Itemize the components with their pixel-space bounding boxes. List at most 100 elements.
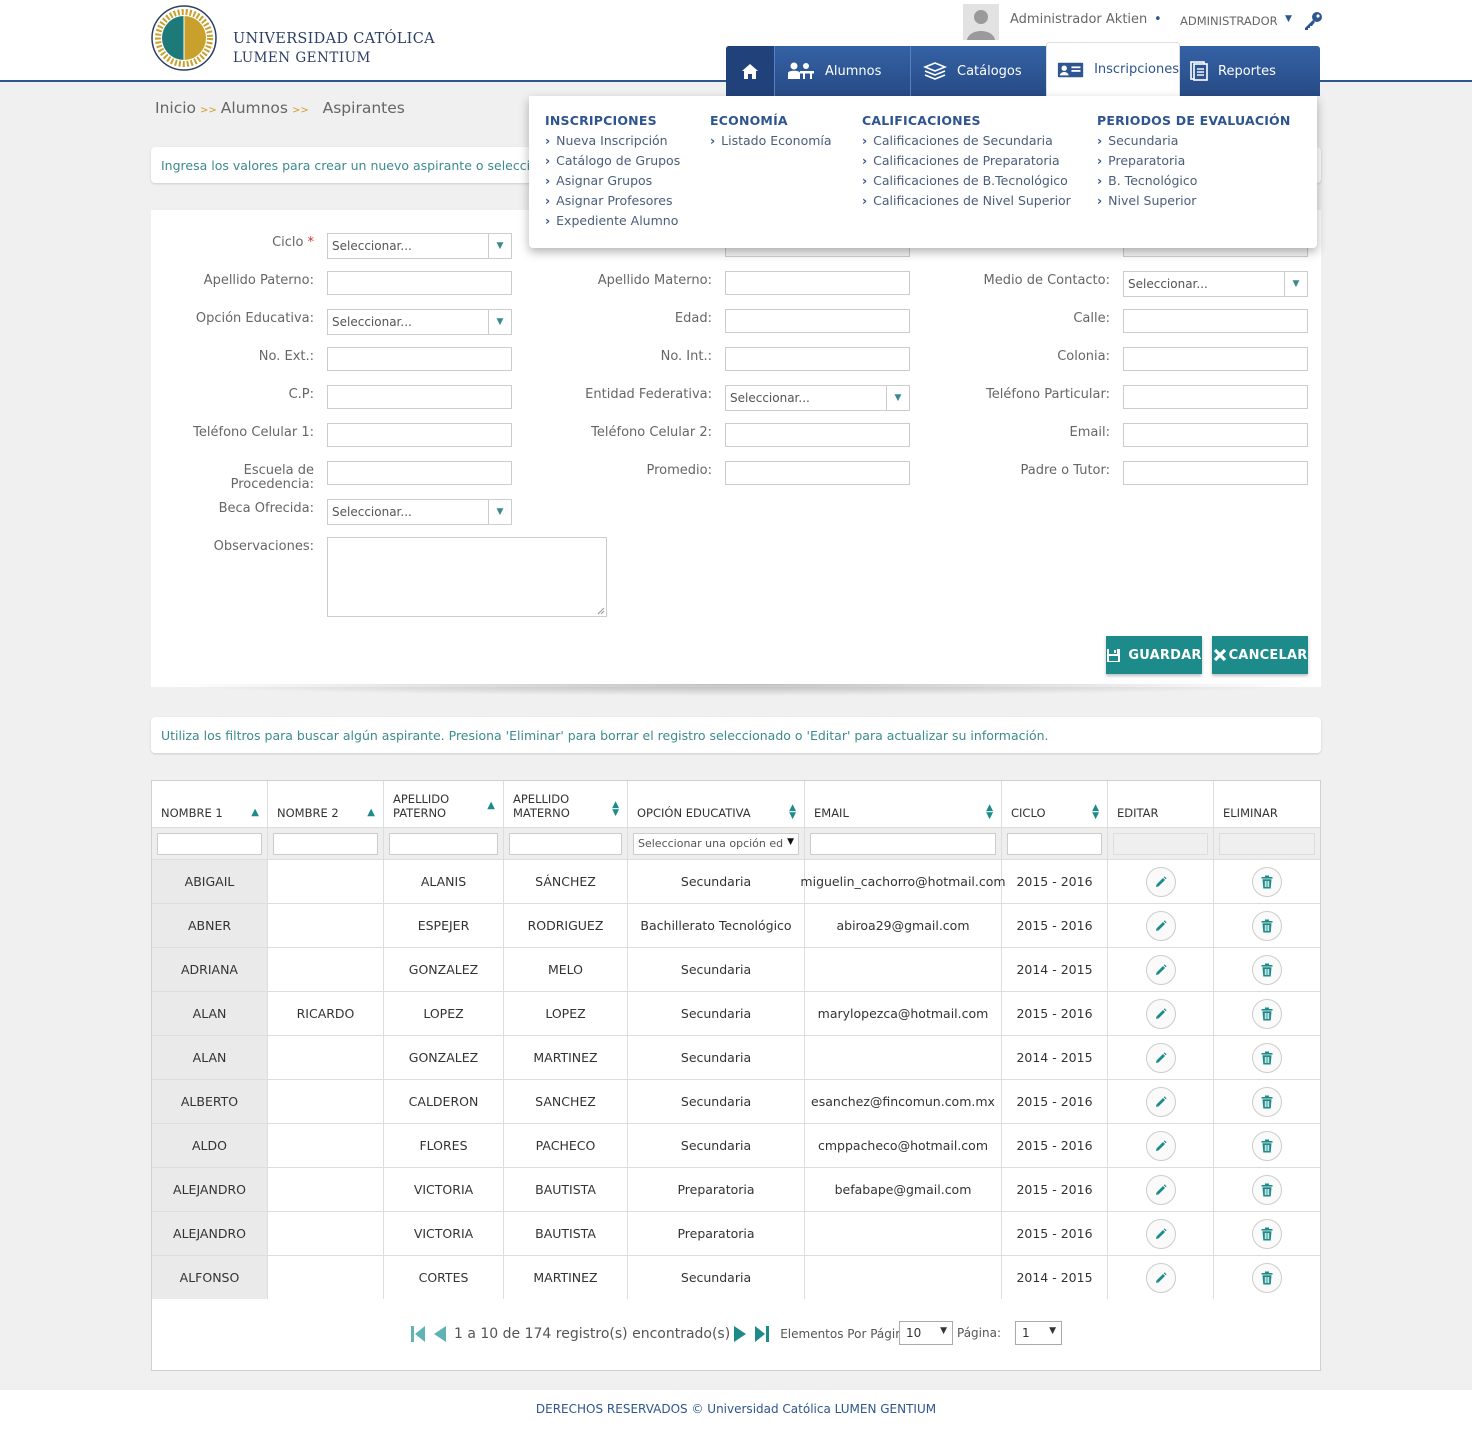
role-dropdown[interactable]: ADMINISTRADOR	[1180, 14, 1278, 28]
last-page-icon[interactable]	[754, 1325, 770, 1343]
sort-asc-icon[interactable]: ▲	[251, 806, 259, 820]
no-ext-input[interactable]	[327, 347, 512, 371]
first-page-icon[interactable]	[410, 1325, 426, 1343]
filter-nombre2-input[interactable]	[273, 833, 378, 855]
filter-email-input[interactable]	[810, 833, 996, 855]
calle-input[interactable]	[1123, 309, 1308, 333]
menu-link-calif-superior[interactable]: Calificaciones de Nivel Superior	[862, 193, 1071, 213]
university-seal-logo[interactable]	[150, 2, 218, 74]
next-page-icon[interactable]	[732, 1325, 748, 1343]
sort-asc-icon[interactable]: ▲	[487, 799, 495, 813]
table-row[interactable]: ALBERTO CALDERON SANCHEZ Secundaria esanchez…	[152, 1079, 1320, 1123]
apellido-materno-input[interactable]	[725, 271, 910, 295]
user-name[interactable]: Administrador Aktien	[1010, 12, 1147, 27]
tel-particular-input[interactable]	[1123, 385, 1308, 409]
breadcrumb-alumnos[interactable]: Alumnos	[221, 99, 288, 117]
column-header-ciclo[interactable]: CICLO ▲ ▼	[1002, 781, 1108, 827]
menu-link-nueva-inscripcion[interactable]: Nueva Inscripción	[545, 133, 680, 153]
delete-button[interactable]	[1252, 1086, 1282, 1117]
menu-link-periodo-superior[interactable]: Nivel Superior	[1097, 193, 1291, 213]
tel-cel2-input[interactable]	[725, 423, 910, 447]
apellido-paterno-input[interactable]	[327, 271, 512, 295]
padre-tutor-input[interactable]	[1123, 461, 1308, 485]
table-row[interactable]: ABIGAIL ALANIS SÁNCHEZ Secundaria miguelin_c…	[152, 859, 1320, 903]
nav-alumnos[interactable]: Alumnos	[774, 46, 910, 96]
sort-asc-icon[interactable]: ▲	[367, 806, 375, 820]
escuela-input[interactable]	[327, 461, 512, 485]
delete-button[interactable]	[1252, 1042, 1282, 1073]
cancel-button[interactable]: CANCELAR	[1212, 636, 1308, 674]
edit-button[interactable]	[1145, 866, 1176, 897]
delete-button[interactable]	[1252, 1130, 1282, 1161]
beca-select[interactable]: Seleccionar... ▼	[327, 499, 512, 525]
sort-both-icon[interactable]: ▲ ▼	[789, 804, 796, 821]
filter-opcion-select[interactable]: Seleccionar una opción ed ▼	[633, 833, 799, 855]
filter-ciclo-input[interactable]	[1007, 833, 1102, 855]
sort-both-icon[interactable]: ▲ ▼	[612, 801, 619, 818]
menu-link-asignar-profesores[interactable]: Asignar Profesores	[545, 193, 680, 213]
promedio-input[interactable]	[725, 461, 910, 485]
edit-button[interactable]	[1145, 1262, 1176, 1293]
menu-link-listado-economia[interactable]: Listado Economía	[710, 133, 831, 153]
observaciones-textarea[interactable]	[327, 537, 607, 617]
filter-apellido-paterno-input[interactable]	[389, 833, 498, 855]
entidad-select[interactable]: Seleccionar... ▼	[725, 385, 910, 411]
menu-link-calif-secundaria[interactable]: Calificaciones de Secundaria	[862, 133, 1071, 153]
edit-button[interactable]	[1145, 954, 1176, 985]
save-button[interactable]: GUARDAR	[1106, 636, 1202, 674]
menu-link-calif-preparatoria[interactable]: Calificaciones de Preparatoria	[862, 153, 1071, 173]
column-header-opcion-educativa[interactable]: OPCIÓN EDUCATIVA ▲ ▼	[628, 781, 805, 827]
menu-link-asignar-grupos[interactable]: Asignar Grupos	[545, 173, 680, 193]
per-page-select[interactable]: 10 ▼	[899, 1321, 953, 1345]
delete-button[interactable]	[1252, 1174, 1282, 1205]
resize-handle-icon[interactable]	[597, 607, 605, 615]
delete-button[interactable]	[1252, 1262, 1282, 1293]
nav-catalogos[interactable]: Catálogos	[910, 46, 1046, 96]
edad-input[interactable]	[725, 309, 910, 333]
column-header-nombre2[interactable]: NOMBRE 2 ▲	[268, 781, 384, 827]
column-header-nombre1[interactable]: NOMBRE 1 ▲	[152, 781, 268, 827]
edit-button[interactable]	[1145, 998, 1176, 1029]
table-row[interactable]: ALAN GONZALEZ MARTINEZ Secundaria 2014 - 201…	[152, 1035, 1320, 1079]
menu-link-expediente-alumno[interactable]: Expediente Alumno	[545, 213, 680, 233]
edit-button[interactable]	[1145, 1218, 1176, 1249]
colonia-input[interactable]	[1123, 347, 1308, 371]
breadcrumb-inicio[interactable]: Inicio	[155, 99, 196, 117]
ciclo-select[interactable]: Seleccionar... ▼	[327, 233, 512, 259]
column-header-email[interactable]: EMAIL ▲ ▼	[805, 781, 1002, 827]
nav-home[interactable]	[726, 46, 774, 96]
menu-link-calif-btecnologico[interactable]: Calificaciones de B.Tecnológico	[862, 173, 1071, 193]
menu-link-periodo-preparatoria[interactable]: Preparatoria	[1097, 153, 1291, 173]
caret-down-icon[interactable]: ▼	[1285, 14, 1292, 24]
delete-button[interactable]	[1252, 998, 1282, 1029]
opcion-educativa-select[interactable]: Seleccionar... ▼	[327, 309, 512, 335]
delete-button[interactable]	[1252, 954, 1282, 985]
menu-link-catalogo-grupos[interactable]: Catálogo de Grupos	[545, 153, 680, 173]
prev-page-icon[interactable]	[432, 1325, 448, 1343]
table-row[interactable]: ALEJANDRO VICTORIA BAUTISTA Preparatoria bef…	[152, 1167, 1320, 1211]
nav-reportes[interactable]: Reportes	[1180, 46, 1320, 96]
edit-button[interactable]	[1145, 1174, 1176, 1205]
edit-button[interactable]	[1145, 910, 1176, 941]
delete-button[interactable]	[1252, 910, 1282, 941]
table-row[interactable]: ADRIANA GONZALEZ MELO Secundaria 2014 - 2015	[152, 947, 1320, 991]
edit-button[interactable]	[1145, 1130, 1176, 1161]
table-row[interactable]: ABNER ESPEJER RODRIGUEZ Bachillerato Tecnol…	[152, 903, 1320, 947]
sort-both-icon[interactable]: ▲ ▼	[986, 804, 993, 821]
tel-cel1-input[interactable]	[327, 423, 512, 447]
table-row[interactable]: ALDO FLORES PACHECO Secundaria cmppacheco@ho…	[152, 1123, 1320, 1167]
filter-nombre1-input[interactable]	[157, 833, 262, 855]
nav-inscripciones[interactable]: Inscripciones	[1046, 42, 1180, 96]
edit-button[interactable]	[1145, 1086, 1176, 1117]
key-icon[interactable]	[1302, 10, 1324, 32]
cp-input[interactable]	[327, 385, 512, 409]
menu-link-periodo-btecnologico[interactable]: B. Tecnológico	[1097, 173, 1291, 193]
edit-button[interactable]	[1145, 1042, 1176, 1073]
table-row[interactable]: ALEJANDRO VICTORIA BAUTISTA Preparatoria 201…	[152, 1211, 1320, 1255]
delete-button[interactable]	[1252, 866, 1282, 897]
user-avatar[interactable]	[963, 4, 999, 40]
no-int-input[interactable]	[725, 347, 910, 371]
medio-contacto-select[interactable]: Seleccionar... ▼	[1123, 271, 1308, 297]
email-input[interactable]	[1123, 423, 1308, 447]
delete-button[interactable]	[1252, 1218, 1282, 1249]
